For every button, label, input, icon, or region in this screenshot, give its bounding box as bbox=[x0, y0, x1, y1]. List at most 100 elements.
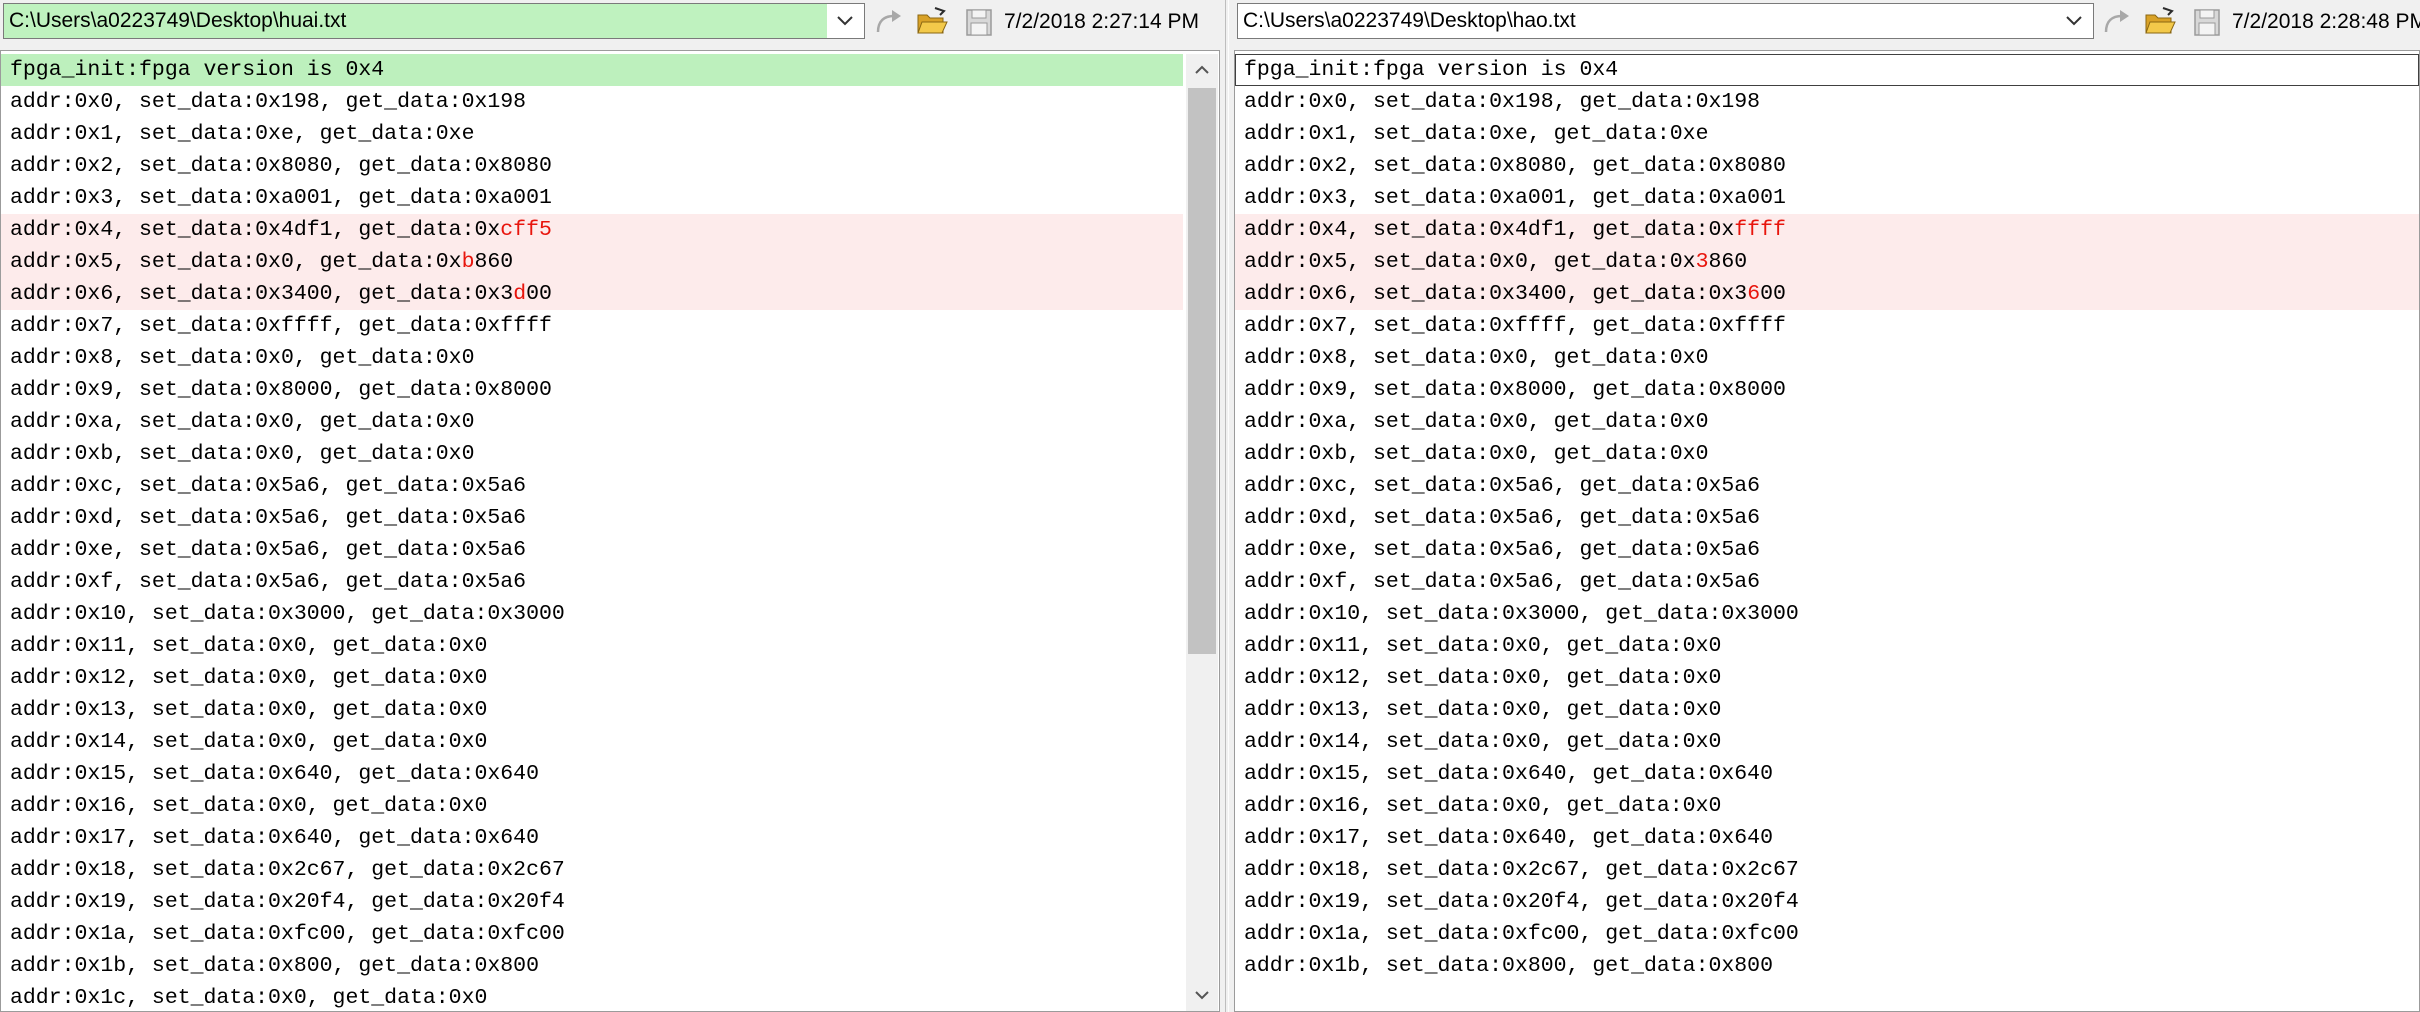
left-line[interactable]: addr:0x1a, set_data:0xfc00, get_data:0xf… bbox=[1, 918, 1183, 950]
right-line[interactable]: addr:0x7, set_data:0xffff, get_data:0xff… bbox=[1235, 310, 2419, 342]
save-icon[interactable] bbox=[962, 5, 996, 39]
left-line[interactable]: addr:0x0, set_data:0x198, get_data:0x198 bbox=[1, 86, 1183, 118]
right-line[interactable]: addr:0x16, set_data:0x0, get_data:0x0 bbox=[1235, 790, 2419, 822]
left-line[interactable]: addr:0xa, set_data:0x0, get_data:0x0 bbox=[1, 406, 1183, 438]
left-line[interactable]: addr:0x3, set_data:0xa001, get_data:0xa0… bbox=[1, 182, 1183, 214]
right-line[interactable]: addr:0x6, set_data:0x3400, get_data:0x36… bbox=[1235, 278, 2419, 310]
right-line[interactable]: addr:0x3, set_data:0xa001, get_data:0xa0… bbox=[1235, 182, 2419, 214]
left-line[interactable]: addr:0x14, set_data:0x0, get_data:0x0 bbox=[1, 726, 1183, 758]
right-line[interactable]: addr:0x5, set_data:0x0, get_data:0x3860 bbox=[1235, 246, 2419, 278]
right-line[interactable]: addr:0x10, set_data:0x3000, get_data:0x3… bbox=[1235, 598, 2419, 630]
save-icon[interactable] bbox=[2190, 5, 2224, 39]
right-line[interactable]: addr:0x12, set_data:0x0, get_data:0x0 bbox=[1235, 662, 2419, 694]
pane-splitter[interactable] bbox=[1220, 0, 1234, 1012]
right-line[interactable]: addr:0x0, set_data:0x198, get_data:0x198 bbox=[1235, 86, 2419, 118]
right-line[interactable]: addr:0x4, set_data:0x4df1, get_data:0xff… bbox=[1235, 214, 2419, 246]
line-text: addr:0x1, set_data:0xe, get_data:0xe bbox=[10, 122, 475, 146]
left-line[interactable]: addr:0x13, set_data:0x0, get_data:0x0 bbox=[1, 694, 1183, 726]
scroll-up-icon[interactable] bbox=[1186, 54, 1218, 86]
line-text: addr:0x2, set_data:0x8080, get_data:0x80… bbox=[10, 154, 552, 178]
right-line[interactable]: addr:0xc, set_data:0x5a6, get_data:0x5a6 bbox=[1235, 470, 2419, 502]
left-line[interactable]: addr:0x15, set_data:0x640, get_data:0x64… bbox=[1, 758, 1183, 790]
left-line[interactable]: addr:0x16, set_data:0x0, get_data:0x0 bbox=[1, 790, 1183, 822]
line-text: addr:0x1a, set_data:0xfc00, get_data:0xf… bbox=[10, 922, 565, 946]
left-line[interactable]: addr:0xb, set_data:0x0, get_data:0x0 bbox=[1, 438, 1183, 470]
left-line[interactable]: addr:0xf, set_data:0x5a6, get_data:0x5a6 bbox=[1, 566, 1183, 598]
open-folder-icon[interactable] bbox=[915, 5, 949, 39]
left-text-view[interactable]: fpga_init:fpga version is 0x4 addr:0x0, s… bbox=[0, 50, 1220, 1012]
left-line[interactable]: addr:0x11, set_data:0x0, get_data:0x0 bbox=[1, 630, 1183, 662]
left-line[interactable]: addr:0x1, set_data:0xe, get_data:0xe bbox=[1, 118, 1183, 150]
right-line[interactable]: addr:0xb, set_data:0x0, get_data:0x0 bbox=[1235, 438, 2419, 470]
line-text: addr:0x15, set_data:0x640, get_data:0x64… bbox=[10, 762, 539, 786]
right-line[interactable]: addr:0x14, set_data:0x0, get_data:0x0 bbox=[1235, 726, 2419, 758]
left-line[interactable]: addr:0x17, set_data:0x640, get_data:0x64… bbox=[1, 822, 1183, 854]
line-text: fpga_init:fpga version is 0x4 bbox=[10, 58, 385, 82]
right-line[interactable]: addr:0xd, set_data:0x5a6, get_data:0x5a6 bbox=[1235, 502, 2419, 534]
line-text: addr:0x4, set_data:0x4df1, get_data:0x bbox=[10, 218, 501, 242]
scroll-down-icon[interactable] bbox=[1186, 979, 1218, 1011]
diff-text: 3 bbox=[1695, 250, 1709, 274]
left-line[interactable]: addr:0x19, set_data:0x20f4, get_data:0x2… bbox=[1, 886, 1183, 918]
left-line[interactable]: addr:0x9, set_data:0x8000, get_data:0x80… bbox=[1, 374, 1183, 406]
diff-text: 6 bbox=[1747, 282, 1761, 306]
line-text: addr:0x11, set_data:0x0, get_data:0x0 bbox=[10, 634, 488, 658]
left-line[interactable]: addr:0x10, set_data:0x3000, get_data:0x3… bbox=[1, 598, 1183, 630]
right-toolbar: C:\Users\a0223749\Desktop\hao.txt 7/2/20… bbox=[1234, 0, 2420, 46]
right-line[interactable]: addr:0xf, set_data:0x5a6, get_data:0x5a6 bbox=[1235, 566, 2419, 598]
reload-icon[interactable] bbox=[2100, 5, 2134, 39]
left-line[interactable]: addr:0x7, set_data:0xffff, get_data:0xff… bbox=[1, 310, 1183, 342]
right-line[interactable]: addr:0x2, set_data:0x8080, get_data:0x80… bbox=[1235, 150, 2419, 182]
right-line[interactable]: fpga_init:fpga version is 0x4 bbox=[1235, 54, 2419, 86]
line-text: addr:0x13, set_data:0x0, get_data:0x0 bbox=[1244, 698, 1722, 722]
right-path-combobox[interactable]: C:\Users\a0223749\Desktop\hao.txt bbox=[1237, 3, 2094, 39]
left-line[interactable]: addr:0x18, set_data:0x2c67, get_data:0x2… bbox=[1, 854, 1183, 886]
left-line[interactable]: addr:0x2, set_data:0x8080, get_data:0x80… bbox=[1, 150, 1183, 182]
right-line[interactable]: addr:0x15, set_data:0x640, get_data:0x64… bbox=[1235, 758, 2419, 790]
reload-icon[interactable] bbox=[872, 5, 906, 39]
right-line[interactable]: addr:0x11, set_data:0x0, get_data:0x0 bbox=[1235, 630, 2419, 662]
right-line[interactable]: addr:0x8, set_data:0x0, get_data:0x0 bbox=[1235, 342, 2419, 374]
right-line[interactable]: addr:0x9, set_data:0x8000, get_data:0x80… bbox=[1235, 374, 2419, 406]
left-line[interactable]: addr:0x6, set_data:0x3400, get_data:0x3d… bbox=[1, 278, 1183, 310]
line-text: addr:0x16, set_data:0x0, get_data:0x0 bbox=[10, 794, 488, 818]
open-folder-icon[interactable] bbox=[2143, 5, 2177, 39]
line-text: addr:0x10, set_data:0x3000, get_data:0x3… bbox=[10, 602, 565, 626]
left-line[interactable]: addr:0x1c, set_data:0x0, get_data:0x0 bbox=[1, 982, 1183, 1011]
right-line[interactable]: addr:0xe, set_data:0x5a6, get_data:0x5a6 bbox=[1235, 534, 2419, 566]
right-line[interactable]: addr:0x19, set_data:0x20f4, get_data:0x2… bbox=[1235, 886, 2419, 918]
left-line[interactable]: fpga_init:fpga version is 0x4 bbox=[1, 54, 1183, 86]
left-line[interactable]: addr:0xc, set_data:0x5a6, get_data:0x5a6 bbox=[1, 470, 1183, 502]
right-line[interactable]: addr:0x1, set_data:0xe, get_data:0xe bbox=[1235, 118, 2419, 150]
line-text: addr:0x12, set_data:0x0, get_data:0x0 bbox=[1244, 666, 1722, 690]
chevron-down-icon[interactable] bbox=[832, 8, 858, 34]
line-text: addr:0x7, set_data:0xffff, get_data:0xff… bbox=[10, 314, 552, 338]
chevron-down-icon[interactable] bbox=[2061, 8, 2087, 34]
right-line[interactable]: addr:0x17, set_data:0x640, get_data:0x64… bbox=[1235, 822, 2419, 854]
left-line[interactable]: addr:0x1b, set_data:0x800, get_data:0x80… bbox=[1, 950, 1183, 982]
left-scroll-thumb[interactable] bbox=[1188, 88, 1216, 654]
right-file-timestamp: 7/2/2018 2:28:48 PM bbox=[2232, 10, 2420, 33]
line-text: addr:0x9, set_data:0x8000, get_data:0x80… bbox=[1244, 378, 1786, 402]
right-line[interactable]: addr:0x1b, set_data:0x800, get_data:0x80… bbox=[1235, 950, 2419, 982]
right-line[interactable]: addr:0x18, set_data:0x2c67, get_data:0x2… bbox=[1235, 854, 2419, 886]
left-line[interactable]: addr:0x8, set_data:0x0, get_data:0x0 bbox=[1, 342, 1183, 374]
line-text: addr:0x11, set_data:0x0, get_data:0x0 bbox=[1244, 634, 1722, 658]
diff-text: b bbox=[461, 250, 475, 274]
right-line[interactable]: addr:0xa, set_data:0x0, get_data:0x0 bbox=[1235, 406, 2419, 438]
right-path-text[interactable]: C:\Users\a0223749\Desktop\hao.txt bbox=[1238, 4, 2053, 38]
left-line[interactable]: addr:0xd, set_data:0x5a6, get_data:0x5a6 bbox=[1, 502, 1183, 534]
left-file-timestamp: 7/2/2018 2:27:14 PM bbox=[1004, 10, 1199, 33]
left-line[interactable]: addr:0x5, set_data:0x0, get_data:0xb860 bbox=[1, 246, 1183, 278]
line-text: 00 bbox=[526, 282, 552, 306]
right-line[interactable]: addr:0x13, set_data:0x0, get_data:0x0 bbox=[1235, 694, 2419, 726]
right-line[interactable]: addr:0x1a, set_data:0xfc00, get_data:0xf… bbox=[1235, 918, 2419, 950]
right-text-view[interactable]: fpga_init:fpga version is 0x4 addr:0x0, s… bbox=[1234, 50, 2420, 1012]
left-line[interactable]: addr:0x4, set_data:0x4df1, get_data:0xcf… bbox=[1, 214, 1183, 246]
line-text: addr:0xb, set_data:0x0, get_data:0x0 bbox=[10, 442, 475, 466]
left-path-text[interactable]: C:\Users\a0223749\Desktop\huai.txt bbox=[4, 4, 827, 38]
left-path-combobox[interactable]: C:\Users\a0223749\Desktop\huai.txt bbox=[3, 3, 865, 39]
left-line[interactable]: addr:0x12, set_data:0x0, get_data:0x0 bbox=[1, 662, 1183, 694]
left-line[interactable]: addr:0xe, set_data:0x5a6, get_data:0x5a6 bbox=[1, 534, 1183, 566]
left-vertical-scrollbar[interactable] bbox=[1186, 54, 1218, 1011]
